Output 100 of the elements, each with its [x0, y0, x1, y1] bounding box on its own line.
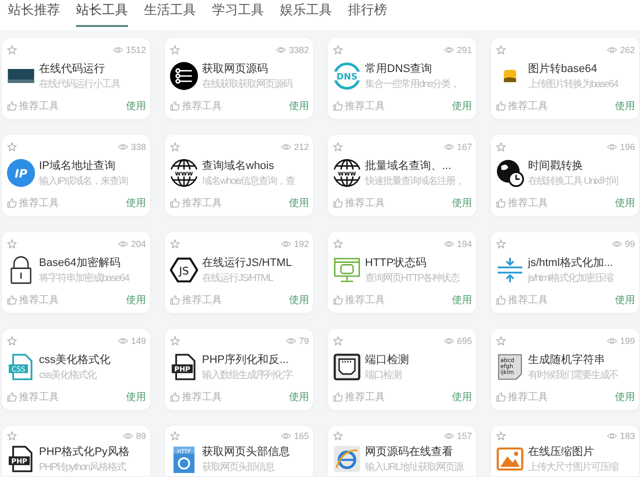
tab[interactable]: 生活工具: [144, 0, 196, 27]
star-icon[interactable]: [170, 45, 180, 55]
use-link[interactable]: 使用: [615, 390, 635, 404]
use-link[interactable]: 使用: [452, 196, 472, 210]
star-icon[interactable]: [496, 142, 506, 152]
use-link[interactable]: 使用: [452, 293, 472, 307]
eye-icon: [280, 431, 291, 441]
use-link[interactable]: 使用: [452, 390, 472, 404]
tool-description: 将字符串加密成base64: [39, 272, 129, 285]
recommend-link[interactable]: 推荐工具: [19, 196, 59, 210]
thumbs-up-icon: [333, 295, 343, 305]
js-icon: JS: [170, 256, 198, 284]
view-count: 212: [294, 142, 309, 152]
tool-title: 在线压缩图片: [528, 444, 595, 459]
star-icon[interactable]: [333, 142, 343, 152]
eye-icon: [612, 239, 622, 249]
thumbs-up-icon: [333, 101, 343, 111]
use-link[interactable]: 使用: [452, 99, 472, 113]
tool-description: 在线转换工具 Unix时间: [528, 174, 618, 188]
tool-description: 快速批量查询域名注册，: [365, 174, 464, 188]
globe-icon: DNS: [333, 62, 361, 90]
star-icon[interactable]: [170, 239, 180, 249]
tool-description: 在线运行JS/HTML: [202, 272, 274, 285]
recommend-link[interactable]: 推荐工具: [508, 293, 548, 307]
star-icon[interactable]: [333, 239, 343, 249]
star-icon[interactable]: [170, 431, 180, 441]
recommend-link[interactable]: 推荐工具: [345, 196, 385, 210]
tab[interactable]: 学习工具: [212, 0, 264, 27]
tab[interactable]: 站长推荐: [8, 0, 60, 27]
recommend-link[interactable]: 推荐工具: [508, 196, 548, 210]
browser-icon: [333, 445, 361, 473]
use-link[interactable]: 使用: [126, 99, 146, 113]
use-link[interactable]: 使用: [289, 99, 309, 113]
list-icon: [170, 62, 198, 90]
eye-icon: [444, 239, 454, 249]
use-link[interactable]: 使用: [615, 99, 635, 113]
recommend-link[interactable]: 推荐工具: [508, 99, 548, 113]
view-count: 165: [294, 431, 309, 441]
star-icon[interactable]: [7, 431, 17, 441]
view-count: 199: [620, 336, 635, 346]
use-link[interactable]: 使用: [289, 196, 309, 210]
tool-title: 常用DNS查询: [365, 62, 434, 76]
star-icon[interactable]: [7, 142, 17, 152]
tool-title: js/html格式化加...: [528, 256, 613, 270]
thumbs-up-icon: [7, 198, 17, 208]
use-link[interactable]: 使用: [126, 390, 146, 404]
view-count: 192: [294, 239, 309, 249]
recommend-link[interactable]: 推荐工具: [19, 390, 59, 404]
tool-description: 有时候我们需要生成不: [528, 368, 618, 382]
recommend-link[interactable]: 推荐工具: [182, 390, 222, 404]
thumbs-up-icon: [496, 101, 506, 111]
star-icon[interactable]: [333, 431, 343, 441]
use-link[interactable]: 使用: [126, 196, 146, 210]
tab[interactable]: 排行榜: [348, 0, 387, 27]
tool-title: HTTP状态码: [365, 256, 428, 270]
use-link[interactable]: 使用: [289, 293, 309, 307]
thumbs-up-icon: [333, 198, 343, 208]
thumbs-up-icon: [7, 392, 17, 402]
eye-icon: [606, 45, 617, 55]
eye-icon: [118, 336, 128, 346]
thumbs-up-icon: [7, 101, 17, 111]
use-link[interactable]: 使用: [126, 293, 146, 307]
tool-description: css美化格式化: [39, 368, 98, 382]
thumbs-up-icon: [496, 392, 506, 402]
tool-description: js/html格式化加密压缩: [528, 272, 613, 285]
recommend-link[interactable]: 推荐工具: [182, 99, 222, 113]
tool-description: 获取网页头部信息: [202, 460, 276, 474]
recommend-link[interactable]: 推荐工具: [345, 293, 385, 307]
star-icon[interactable]: [496, 239, 506, 249]
eye-icon: [280, 142, 291, 152]
star-icon[interactable]: [170, 336, 180, 346]
view-count: 262: [620, 45, 635, 55]
star-icon[interactable]: [7, 45, 17, 55]
star-icon[interactable]: [170, 142, 180, 152]
thumbs-up-icon: [496, 198, 506, 208]
star-icon[interactable]: [496, 431, 506, 441]
thumbs-up-icon: [170, 198, 180, 208]
star-icon[interactable]: [333, 45, 343, 55]
star-icon[interactable]: [496, 45, 506, 55]
recommend-link[interactable]: 推荐工具: [508, 390, 548, 404]
tool-title: 网页源码在线查看: [365, 445, 454, 459]
recommend-link[interactable]: 推荐工具: [345, 390, 385, 404]
eye-icon: [286, 336, 296, 346]
recommend-link[interactable]: 推荐工具: [182, 196, 222, 210]
view-count: 695: [456, 336, 472, 346]
recommend-link[interactable]: 推荐工具: [19, 99, 59, 113]
use-link[interactable]: 使用: [289, 390, 309, 404]
tab[interactable]: 娱乐工具: [280, 0, 332, 27]
star-icon[interactable]: [7, 336, 17, 346]
view-count: 196: [620, 142, 635, 152]
use-link[interactable]: 使用: [615, 196, 635, 210]
star-icon[interactable]: [333, 336, 343, 346]
view-count: 89: [136, 431, 146, 441]
star-icon[interactable]: [7, 239, 17, 249]
use-link[interactable]: 使用: [615, 293, 635, 307]
recommend-link[interactable]: 推荐工具: [182, 293, 222, 307]
recommend-link[interactable]: 推荐工具: [345, 99, 385, 113]
recommend-link[interactable]: 推荐工具: [19, 293, 59, 307]
tab[interactable]: 站长工具: [76, 0, 128, 27]
star-icon[interactable]: [496, 336, 506, 346]
